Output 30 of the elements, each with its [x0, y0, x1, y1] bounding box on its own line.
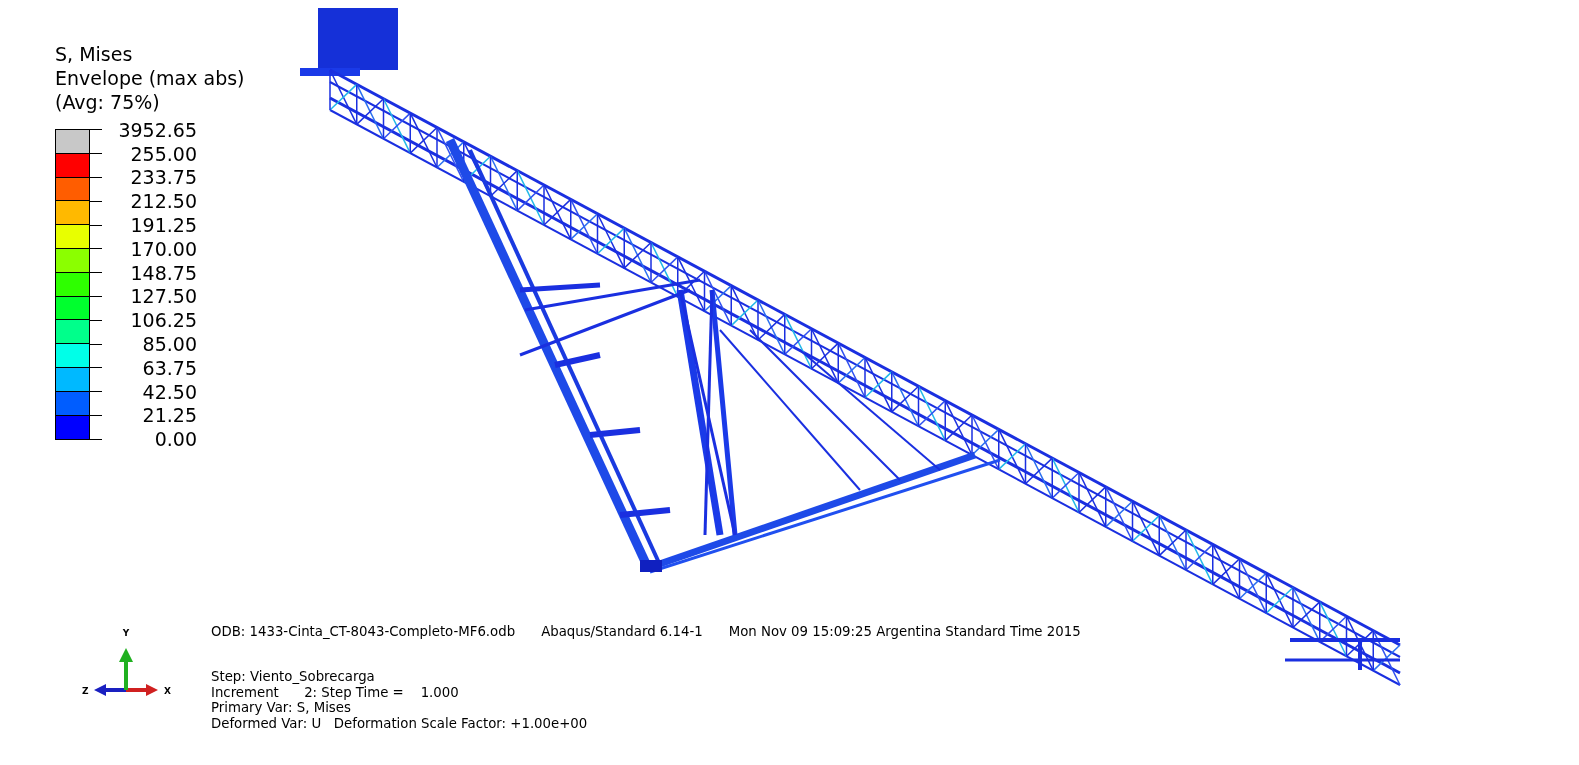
z-axis-arrow [94, 684, 126, 696]
legend-value: 42.50 [141, 380, 197, 403]
legend-value: 212.50 [129, 190, 197, 213]
x-axis-arrow [126, 684, 158, 696]
info-text: Increment 2: Step Time = 1.000 [211, 684, 460, 701]
legend-title: S, Mises [55, 42, 134, 66]
legend-value: 191.25 [129, 214, 197, 237]
info-text: Step: Viento_Sobrecarga [211, 669, 376, 685]
legend-value: 63.75 [141, 356, 197, 379]
legend-value: 85.00 [141, 333, 197, 356]
info-text: Deformed Var: U Deformation Scale Factor: +1.00e+00 [211, 715, 589, 732]
info-text: Abaqus/Standard 6.14-1 [541, 624, 703, 640]
legend-title: Envelope (max abs) [55, 66, 245, 90]
info-text: Primary Var: S, Mises [211, 700, 352, 716]
legend-value: 127.50 [129, 285, 197, 308]
info-text: Mon Nov 09 15:09:25 Argentina Standard Time 2015 [728, 624, 1081, 640]
legend-value: 255.00 [129, 142, 197, 165]
legend-value: 0.00 [153, 428, 197, 451]
info-text: ODB: 1433-Cinta_CT-8043-Completo-MF6.odb [211, 624, 516, 640]
axis-label: X [164, 686, 171, 696]
axis-label: Z [82, 686, 89, 696]
legend-value: 233.75 [129, 166, 197, 189]
axis-label: Y [122, 628, 130, 638]
legend-value: 106.25 [129, 309, 197, 332]
legend-value: 148.75 [129, 261, 197, 284]
legend-value: 21.25 [141, 404, 197, 427]
legend-title: (Avg: 75%) [55, 90, 161, 114]
legend-value: 170.00 [129, 237, 197, 260]
legend-value: 3952.65 [117, 118, 197, 141]
y-axis-arrow [119, 648, 133, 690]
